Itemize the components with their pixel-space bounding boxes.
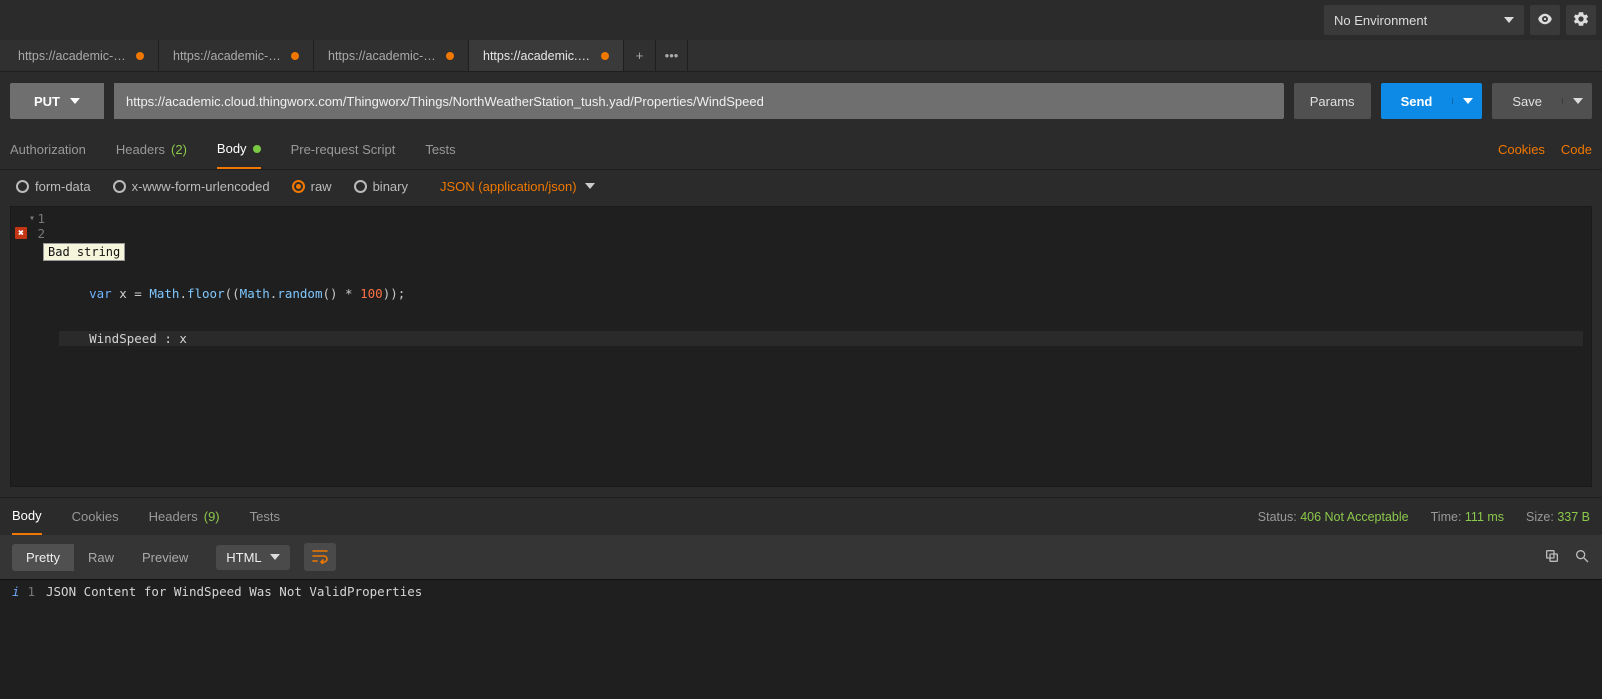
send-dropdown[interactable] <box>1452 98 1482 104</box>
code-area[interactable]: { var x = Math.floor((Math.random() * 10… <box>51 207 1591 486</box>
chevron-down-icon <box>1504 17 1514 23</box>
request-row: PUT Params Send Save <box>0 72 1602 130</box>
wrap-lines-button[interactable] <box>304 543 336 571</box>
request-body-editor[interactable]: ▾ 1 ✖ 2 3 { var x = Math.floor((Math.ran… <box>10 206 1592 487</box>
response-body-viewer[interactable]: i1 JSON Content for WindSpeed Was Not Va… <box>0 579 1602 699</box>
unsaved-dot-icon <box>291 52 299 60</box>
response-section-tabs: Body Cookies Headers (9) Tests Status: 4… <box>0 497 1602 535</box>
request-tab[interactable]: https://academic-edu <box>314 40 469 71</box>
chevron-down-icon <box>70 98 80 104</box>
unsaved-dot-icon <box>601 52 609 60</box>
tab-body[interactable]: Body <box>217 130 261 169</box>
radio-binary[interactable]: binary <box>354 179 408 194</box>
response-tab-cookies[interactable]: Cookies <box>72 498 119 535</box>
environment-quicklook-button[interactable] <box>1530 5 1560 35</box>
environment-selector[interactable]: No Environment <box>1324 5 1524 35</box>
body-present-indicator-icon <box>253 145 261 153</box>
code-link[interactable]: Code <box>1561 142 1592 157</box>
response-toolbar: Pretty Raw Preview HTML <box>0 535 1602 579</box>
settings-button[interactable] <box>1566 5 1596 35</box>
response-text: JSON Content for WindSpeed Was Not Valid… <box>46 580 422 699</box>
response-tab-body[interactable]: Body <box>12 498 42 535</box>
request-section-tabs: Authorization Headers (2) Body Pre-reque… <box>0 130 1602 170</box>
chevron-down-icon <box>1463 98 1473 104</box>
gear-icon <box>1572 10 1590 31</box>
view-pretty[interactable]: Pretty <box>12 544 74 571</box>
radio-raw[interactable]: raw <box>292 179 332 194</box>
radio-icon <box>113 180 126 193</box>
time-value: 111 ms <box>1465 510 1504 524</box>
tab-tests[interactable]: Tests <box>425 130 455 169</box>
radio-icon <box>354 180 367 193</box>
copy-icon <box>1544 548 1560 567</box>
tab-prerequest[interactable]: Pre-request Script <box>291 130 396 169</box>
view-raw[interactable]: Raw <box>74 544 128 571</box>
params-button[interactable]: Params <box>1294 83 1371 119</box>
response-format-selector[interactable]: HTML <box>216 545 289 570</box>
send-label: Send <box>1381 94 1453 109</box>
chevron-down-icon <box>585 183 595 189</box>
error-marker-icon[interactable]: ✖ <box>15 227 27 239</box>
cookies-link[interactable]: Cookies <box>1498 142 1545 157</box>
chevron-down-icon <box>270 554 280 560</box>
request-tab[interactable]: https://academic-edu <box>4 40 159 71</box>
tab-headers[interactable]: Headers (2) <box>116 130 187 169</box>
chevron-down-icon <box>1573 98 1583 104</box>
raw-content-type-selector[interactable]: JSON (application/json) <box>440 179 595 194</box>
unsaved-dot-icon <box>136 52 144 60</box>
info-icon: i <box>12 584 20 699</box>
radio-urlencoded[interactable]: x-www-form-urlencoded <box>113 179 270 194</box>
tab-label: https://academic-edu <box>173 49 283 63</box>
radio-form-data[interactable]: form-data <box>16 179 91 194</box>
tab-label: https://academic-edu <box>18 49 128 63</box>
app-root: No Environment https://academic-edu http… <box>0 0 1602 699</box>
environment-label: No Environment <box>1334 13 1427 28</box>
tab-label: https://academic-edu <box>328 49 438 63</box>
save-label: Save <box>1492 94 1562 109</box>
tab-label: https://academic.clou <box>483 49 593 63</box>
fold-icon[interactable]: ▾ <box>29 211 35 226</box>
size-value: 337 B <box>1557 510 1590 524</box>
body-type-options: form-data x-www-form-urlencoded raw bina… <box>0 170 1602 206</box>
radio-icon <box>16 180 29 193</box>
tab-authorization[interactable]: Authorization <box>10 130 86 169</box>
response-tab-tests[interactable]: Tests <box>250 498 280 535</box>
request-tab-active[interactable]: https://academic.clou <box>469 40 624 71</box>
unsaved-dot-icon <box>446 52 454 60</box>
request-url-input[interactable] <box>114 83 1284 119</box>
top-bar: No Environment <box>0 0 1602 40</box>
response-tab-headers[interactable]: Headers (9) <box>149 498 220 535</box>
status-value: 406 Not Acceptable <box>1300 510 1408 524</box>
search-icon <box>1574 548 1590 567</box>
send-button[interactable]: Send <box>1381 83 1483 119</box>
response-meta: Status: 406 Not Acceptable Time: 111 ms … <box>1258 510 1590 524</box>
tab-overflow-button[interactable]: ••• <box>656 40 688 71</box>
request-tab[interactable]: https://academic-edu <box>159 40 314 71</box>
save-button[interactable]: Save <box>1492 83 1592 119</box>
http-method-selector[interactable]: PUT <box>10 83 104 119</box>
save-dropdown[interactable] <box>1562 98 1592 104</box>
copy-response-button[interactable] <box>1544 548 1560 567</box>
response-gutter: i1 <box>0 580 46 699</box>
request-tabs: https://academic-edu https://academic-ed… <box>0 40 1602 72</box>
wrap-icon <box>311 548 329 567</box>
params-label: Params <box>1310 94 1355 109</box>
response-view-segment: Pretty Raw Preview <box>12 544 202 571</box>
http-method-label: PUT <box>34 94 60 109</box>
search-response-button[interactable] <box>1574 548 1590 567</box>
eye-icon <box>1536 10 1554 31</box>
error-tooltip: Bad string <box>43 243 125 261</box>
radio-icon <box>292 180 305 193</box>
new-tab-button[interactable]: + <box>624 40 656 71</box>
view-preview[interactable]: Preview <box>128 544 202 571</box>
